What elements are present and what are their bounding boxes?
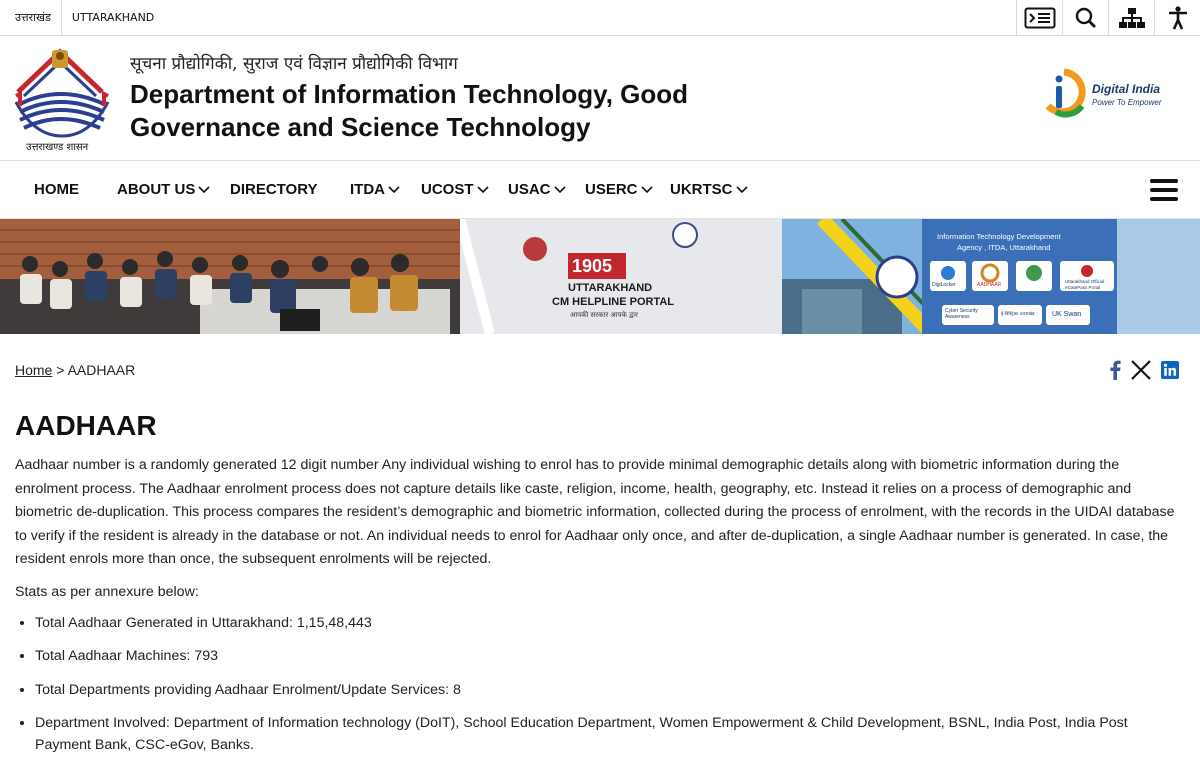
chevron-down-icon (735, 185, 748, 193)
helpline-number: 1905 (572, 256, 613, 276)
tile-cyber-security: Cyber Security Awareness (945, 308, 978, 320)
list-item: Total Aadhaar Generated in Uttarakhand: … (35, 612, 1185, 634)
sitemap-icon (1118, 8, 1145, 28)
top-utility-bar: उत्तराखंड UTTARAKHAND (0, 0, 1200, 36)
breadcrumb-row: Home > AADHAAR (15, 334, 1185, 408)
chevron-down-icon (476, 185, 489, 193)
emblem-caption: उत्तराखण्ड शासन (26, 142, 89, 153)
banner-itda-services: Information Technology Development Agenc… (782, 219, 1200, 334)
hamburger-menu-icon (1150, 179, 1178, 201)
accessibility-icon (1168, 6, 1187, 30)
nav-item-directory[interactable]: DIRECTORY (230, 161, 318, 218)
chevron-down-icon (640, 185, 653, 193)
uttarakhand-emblem-logo[interactable]: उत्तराखण्ड शासन (14, 44, 110, 154)
helpline-line2: CM HELPLINE PORTAL (552, 296, 675, 308)
chevron-down-icon (388, 185, 400, 193)
tile-digilocker: DigiLocker (932, 282, 956, 288)
main-content: Home > AADHAAR AADHAAR Aadhaar number is… (0, 334, 1200, 756)
banner-meeting-photo (0, 219, 460, 334)
department-title-block: सूचना प्रौद्योगिकी, सुराज एवं विज्ञान प्… (130, 51, 730, 144)
nav-item-label: USERC (585, 181, 638, 198)
nav-item-userc[interactable]: USERC (585, 161, 653, 218)
sitemap-button[interactable] (1108, 0, 1154, 36)
nav-item-ukrtsc[interactable]: UKRTSC (670, 161, 748, 218)
nav-item-ucost[interactable]: UCOST (421, 161, 489, 218)
accessibility-button[interactable] (1154, 0, 1200, 36)
tile-e-district: ई-डिस्ट्रिक्ट उत्तराखंड (1001, 312, 1035, 317)
linkedin-icon[interactable] (1161, 361, 1179, 379)
helpline-line1: UTTARAKHAND (568, 282, 653, 294)
breadcrumb: Home > AADHAAR (15, 362, 135, 378)
nav-item-itda[interactable]: ITDA (350, 161, 400, 218)
stats-intro: Stats as per annexure below: (15, 583, 199, 600)
search-icon (1075, 7, 1096, 28)
nav-item-label: ITDA (350, 181, 385, 198)
tile-uk-swan: UK Swan (1052, 311, 1082, 318)
department-title-hindi: सूचना प्रौद्योगिकी, सुराज एवं विज्ञान प्… (130, 54, 458, 74)
utility-tools (1016, 0, 1200, 36)
tile-egatepass: Uttarakhand Official eGatePass Portal (1065, 279, 1105, 290)
social-share (1109, 360, 1179, 380)
facebook-icon[interactable] (1109, 360, 1121, 380)
breadcrumb-current: AADHAAR (67, 362, 136, 378)
hamburger-menu-button[interactable] (1150, 179, 1178, 201)
agency-line2: Agency , ITDA, Uttarakhand (957, 243, 1051, 252)
meeting-photo-illustration (0, 219, 460, 334)
hero-banner: 1905 UTTARAKHAND CM HELPLINE PORTAL आपकी… (0, 219, 1200, 334)
nav-item-label: USAC (508, 181, 551, 198)
chevron-down-icon (198, 185, 210, 193)
nav-item-label: HOME (34, 181, 79, 198)
nav-item-home[interactable]: HOME (34, 161, 79, 218)
language-switcher: उत्तराखंड UTTARAKHAND (0, 0, 164, 35)
nav-item-label: UKRTSC (670, 181, 733, 198)
digital-india-tagline: Power To Empower (1092, 98, 1162, 107)
digital-india-title: Digital India (1092, 82, 1161, 96)
list-item: Department Involved: Department of Infor… (35, 712, 1185, 756)
main-navigation: HOME ABOUT US DIRECTORY ITDA UCOST USAC … (0, 161, 1200, 219)
digital-india-logo[interactable]: Digital India Power To Empower (1042, 66, 1162, 122)
nav-item-usac[interactable]: USAC (508, 161, 566, 218)
tile-aadhaar: AADHAAR (977, 282, 1002, 288)
agency-line1: Information Technology Development (937, 232, 1061, 241)
nav-item-about-us[interactable]: ABOUT US (117, 161, 210, 218)
breadcrumb-home-link[interactable]: Home (15, 362, 52, 378)
search-button[interactable] (1062, 0, 1108, 36)
aadhaar-description: Aadhaar number is a randomly generated 1… (15, 457, 1175, 568)
nav-item-label: DIRECTORY (230, 181, 318, 198)
banner-cm-helpline: 1905 UTTARAKHAND CM HELPLINE PORTAL आपकी… (455, 219, 782, 334)
language-hindi-link[interactable]: उत्तराखंड (0, 0, 62, 35)
digital-india-icon (1045, 68, 1086, 118)
content-skip-icon (1024, 7, 1055, 29)
nav-item-label: UCOST (421, 181, 474, 198)
nav-item-label: ABOUT US (117, 181, 196, 198)
chevron-down-icon (553, 185, 566, 193)
skip-to-content-button[interactable] (1016, 0, 1062, 36)
list-item: Total Aadhaar Machines: 793 (35, 645, 1185, 667)
breadcrumb-separator: > (56, 362, 65, 378)
x-icon[interactable] (1131, 360, 1151, 380)
emblem-icon (14, 48, 110, 138)
helpline-tag: आपकी सरकार आपके द्वार (570, 311, 638, 319)
language-english-link[interactable]: UTTARAKHAND (62, 0, 164, 35)
department-title-english: Department of Information Technology, Go… (130, 79, 689, 142)
list-item: Total Departments providing Aadhaar Enro… (35, 679, 1185, 701)
stats-list: Total Aadhaar Generated in Uttarakhand: … (15, 612, 1185, 757)
page-title: AADHAAR (15, 410, 157, 441)
site-header: उत्तराखण्ड शासन सूचना प्रौद्योगिकी, सुरा… (0, 36, 1200, 161)
